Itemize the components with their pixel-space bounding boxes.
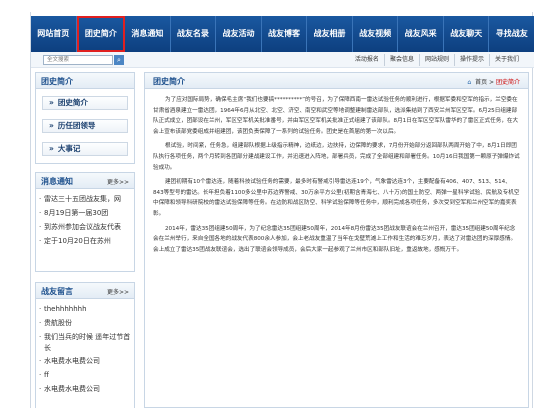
sidebar-messages-header: 战友留言 更多>> xyxy=(36,283,134,299)
breadcrumb: ⌂ 首页 > 团史简介 xyxy=(467,77,520,86)
nav-find[interactable]: 寻找战友 xyxy=(489,16,534,52)
link-about[interactable]: 关于我们 xyxy=(490,54,524,66)
main-nav: 网站首页 团史简介 消息通知 战友名录 战友活动 战友博客 战友相册 战友视频 … xyxy=(31,16,534,52)
nav-roster[interactable]: 战友名录 xyxy=(171,16,217,52)
sidebar-messages-title: 战友留言 xyxy=(41,287,73,296)
list-item[interactable]: 到苏州参加会议战友代表 xyxy=(36,220,134,234)
sidebar-intro-box: 团史简介 » 团史简介 » 历任团领导 » 大事记 xyxy=(35,72,135,164)
nav-blog[interactable]: 战友博客 xyxy=(262,16,308,52)
main-header: 团史简介 ⌂ 首页 > 团史简介 xyxy=(145,73,528,89)
article-body: 为了应对国际局势，确保毛主席“我们也要搞**********”的号召，为了保障西… xyxy=(145,89,528,255)
list-item[interactable]: thehhhhhhh xyxy=(36,302,134,316)
sidebar-item-leaders[interactable]: » 历任团领导 xyxy=(42,119,128,133)
nav-style[interactable]: 战友风采 xyxy=(398,16,444,52)
sidebar-intro-title: 团史简介 xyxy=(41,77,73,86)
page-frame: 网站首页 团史简介 消息通知 战友名录 战友活动 战友博客 战友相册 战友视频 … xyxy=(30,12,534,408)
article-paragraph: 为了应对国际局势，确保毛主席“我们也要搞**********”的号召，为了保障西… xyxy=(153,97,519,135)
list-item[interactable]: 我们当兵的时候 遥年过节首长 xyxy=(36,330,134,354)
top-links: 活动报名 聚会信息 网站规则 操作提示 关于我们 xyxy=(350,54,524,66)
sidebar-notices-box: 消息通知 更多>> 雷达三十五团战友集，网 8月19日第一届30团 到苏州参加会… xyxy=(35,172,135,272)
messages-more-link[interactable]: 更多>> xyxy=(107,287,129,296)
sidebar-item-history[interactable]: » 团史简介 xyxy=(42,96,128,110)
nav-activities[interactable]: 战友活动 xyxy=(216,16,262,52)
article-paragraph: 2014年，雷达35团组建50周年，为了纪念雷达35团组建50周年，2014年8… xyxy=(153,225,517,253)
notices-more-link[interactable]: 更多>> xyxy=(107,177,129,186)
main-content: 团史简介 ⌂ 首页 > 团史简介 为了应对国际局势，确保毛主席“我们也要搞***… xyxy=(144,72,529,408)
sidebar-notices-title: 消息通知 xyxy=(41,177,73,186)
sub-bar: ⌕ 活动报名 聚会信息 网站规则 操作提示 关于我们 xyxy=(31,52,534,68)
nav-notices[interactable]: 消息通知 xyxy=(125,16,171,52)
page-title: 团史简介 xyxy=(153,77,185,86)
nav-album[interactable]: 战友相册 xyxy=(307,16,353,52)
nav-history[interactable]: 团史简介 xyxy=(76,16,126,52)
link-tips[interactable]: 操作提示 xyxy=(455,54,490,66)
search-input[interactable] xyxy=(43,55,113,65)
list-item[interactable]: 贵航股份 xyxy=(36,316,134,330)
nav-video[interactable]: 战友视频 xyxy=(353,16,399,52)
list-item[interactable]: 定于10月20日在苏州 xyxy=(36,234,134,248)
list-item[interactable]: ff xyxy=(36,368,134,382)
sidebar-item-events[interactable]: » 大事记 xyxy=(42,142,128,156)
article-paragraph: 根试验，时间紧，任务急，组建部队根据上级指示精神，边纸边，边扶持，边保障的要求，… xyxy=(153,143,520,171)
double-chevron-icon: » xyxy=(49,98,54,107)
home-icon: ⌂ xyxy=(467,79,472,86)
link-gathering[interactable]: 聚会信息 xyxy=(385,54,420,66)
link-signup[interactable]: 活动报名 xyxy=(350,54,385,66)
sidebar-intro-header: 团史简介 xyxy=(36,73,134,89)
sidebar-messages-box: 战友留言 更多>> thehhhhhhh 贵航股份 我们当兵的时候 遥年过节首长… xyxy=(35,282,135,408)
nav-home[interactable]: 网站首页 xyxy=(31,16,77,52)
double-chevron-icon: » xyxy=(49,121,54,130)
sidebar-notices-header: 消息通知 更多>> xyxy=(36,173,134,189)
list-item[interactable]: 8月19日第一届30团 xyxy=(36,206,134,220)
sidebar-item-label: 大事记 xyxy=(57,144,81,153)
breadcrumb-current: 团史简介 xyxy=(495,79,520,86)
breadcrumb-separator: > xyxy=(489,79,495,86)
article-paragraph: 建团初期有10个雷达连，随着科技试验任务的需要，最多时有警戒引导雷达连19个，气… xyxy=(153,179,520,217)
nav-chat[interactable]: 战友聊天 xyxy=(444,16,490,52)
sidebar-item-label: 历任团领导 xyxy=(57,121,96,130)
list-item[interactable]: 雷达三十五团战友集，网 xyxy=(36,192,134,206)
list-item[interactable]: 水电费水电费公司 xyxy=(36,382,134,396)
search-icon[interactable]: ⌕ xyxy=(114,55,124,65)
list-item[interactable]: 水电费水电费公司 xyxy=(36,354,134,368)
link-rules[interactable]: 网站规则 xyxy=(420,54,455,66)
breadcrumb-home[interactable]: 首页 xyxy=(475,79,487,86)
double-chevron-icon: » xyxy=(49,144,54,153)
sidebar-item-label: 团史简介 xyxy=(57,98,88,107)
